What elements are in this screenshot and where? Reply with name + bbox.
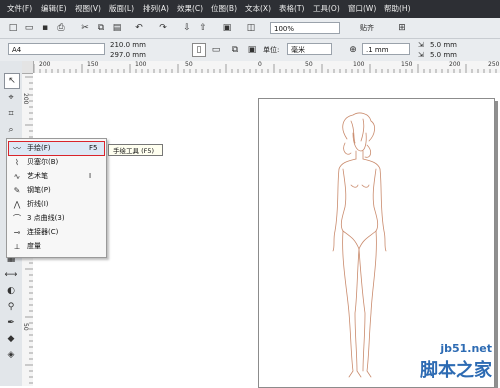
ruler-label: 100	[135, 61, 147, 68]
interactive-fill-icon[interactable]: ◈	[4, 348, 18, 362]
portrait-icon[interactable]: ▯	[192, 43, 206, 57]
pen-icon: ✎	[13, 186, 21, 195]
new-document-icon[interactable]: □	[6, 21, 20, 35]
welcome-icon[interactable]: ◫	[244, 21, 258, 35]
site-watermark: jb51.net 脚本之家	[398, 342, 494, 382]
menu-layout[interactable]: 版面(L)	[106, 2, 137, 16]
shape-tool-icon[interactable]: ⌖	[4, 91, 18, 105]
flyout-item-polyline[interactable]: ⋀ 折线(I)	[9, 198, 104, 211]
standard-toolbar: □ ▭ ▪ ⎙ ✂ ⧉ ▤ ↶ ↷ ⇩ ⇧ ▣ ◫ 100% 贴齐 ⊞	[0, 18, 500, 39]
menu-view[interactable]: 视图(V)	[72, 2, 104, 16]
cut-icon[interactable]: ✂	[78, 21, 92, 35]
page-size-select[interactable]: A4	[8, 43, 105, 55]
flyout-item-label: 3 点曲线(3)	[27, 214, 65, 222]
page-height-field[interactable]: 297.0 mm	[110, 50, 146, 60]
flyout-item-shortcut: F5	[89, 144, 98, 152]
menu-tools[interactable]: 工具(O)	[310, 2, 343, 16]
undo-icon[interactable]: ↶	[132, 21, 146, 35]
export-icon[interactable]: ⇧	[196, 21, 210, 35]
ruler-label: 50	[185, 61, 193, 68]
units-label: 单位:	[263, 46, 280, 54]
ruler-label: 200	[39, 61, 51, 68]
freehand-icon: 〰	[13, 144, 21, 153]
dimension-icon: ⟂	[14, 242, 20, 251]
eyedropper-icon[interactable]: ⚲	[4, 300, 18, 314]
flyout-item-pen[interactable]: ✎ 钢笔(P)	[9, 184, 104, 197]
nudge-icon: ⊕	[349, 45, 357, 55]
all-pages-icon[interactable]: ⧉	[228, 43, 242, 57]
landscape-icon[interactable]: ▭	[209, 43, 223, 57]
flyout-item-label: 钢笔(P)	[27, 186, 51, 194]
app-launcher-icon[interactable]: ▣	[220, 21, 234, 35]
duplicate-x-field[interactable]: 5.0 mm	[430, 40, 457, 50]
units-select[interactable]: 毫米	[287, 43, 332, 55]
outline-pen-icon[interactable]: ✒	[4, 316, 18, 330]
menu-help[interactable]: 帮助(H)	[381, 2, 414, 16]
duplicate-y-icon: ⇲	[418, 51, 424, 59]
flyout-item-label: 度量	[27, 242, 41, 250]
ruler-label: 0	[258, 61, 262, 68]
curve-tool-flyout: 〰 手绘(F) F5 ⌇ 贝塞尔(B) ∿ 艺术笔 I ✎ 钢笔(P) ⋀ 折线…	[6, 138, 107, 258]
flyout-item-label: 连接器(C)	[27, 228, 59, 236]
options-icon[interactable]: ⊞	[395, 21, 409, 35]
paste-icon[interactable]: ▤	[110, 21, 124, 35]
three-point-curve-icon: ⌒	[13, 214, 21, 223]
watermark-brand: 脚本之家	[420, 360, 492, 381]
ruler-label: 150	[87, 61, 99, 68]
artistic-media-icon: ∿	[13, 172, 21, 181]
ruler-label: 150	[401, 61, 413, 68]
ruler-label: 200	[449, 61, 461, 68]
flyout-item-bezier[interactable]: ⌇ 贝塞尔(B)	[9, 156, 104, 169]
flyout-item-label: 折线(I)	[27, 200, 49, 208]
pick-tool-icon[interactable]: ↖	[4, 73, 20, 89]
ruler-label: 100	[353, 61, 365, 68]
zoom-select[interactable]: 100%	[270, 22, 340, 34]
flyout-item-freehand[interactable]: 〰 手绘(F) F5	[8, 141, 105, 156]
duplicate-y-field[interactable]: 5.0 mm	[430, 50, 457, 60]
watermark-site: jb51.net	[440, 342, 492, 355]
ruler-label: 50	[305, 61, 313, 68]
bezier-icon: ⌇	[15, 158, 19, 167]
save-icon[interactable]: ▪	[38, 21, 52, 35]
flyout-item-shortcut: I	[89, 172, 92, 180]
ruler-label: 200	[22, 93, 29, 105]
zoom-tool-icon[interactable]: ⌕	[4, 123, 18, 137]
menu-edit[interactable]: 编辑(E)	[38, 2, 70, 16]
parallel-dimension-icon[interactable]: ⟷	[4, 268, 18, 282]
copy-icon[interactable]: ⧉	[94, 21, 108, 35]
tooltip: 手绘工具 (F5)	[108, 144, 163, 156]
flyout-item-label: 手绘(F)	[27, 144, 51, 152]
print-icon[interactable]: ⎙	[54, 21, 68, 35]
menu-bitmaps[interactable]: 位图(B)	[208, 2, 240, 16]
property-bar: A4 210.0 mm 297.0 mm ▯ ▭ ⧉ ▣ 单位: 毫米 ⊕ .1…	[0, 39, 500, 62]
flyout-item-connector[interactable]: ⊸ 连接器(C)	[9, 226, 104, 239]
nudge-distance-field[interactable]: .1 mm	[362, 43, 410, 55]
menu-file[interactable]: 文件(F)	[4, 2, 35, 16]
menu-table[interactable]: 表格(T)	[276, 2, 307, 16]
snap-dropdown[interactable]: 贴齐	[360, 23, 374, 33]
current-page-icon[interactable]: ▣	[245, 43, 259, 57]
redo-icon[interactable]: ↷	[156, 21, 170, 35]
flyout-item-dimension[interactable]: ⟂ 度量	[9, 240, 104, 253]
menu-arrange[interactable]: 排列(A)	[140, 2, 172, 16]
blend-tool-icon[interactable]: ◐	[4, 284, 18, 298]
flyout-item-artistic-media[interactable]: ∿ 艺术笔 I	[9, 170, 104, 183]
page-width-field[interactable]: 210.0 mm	[110, 40, 146, 50]
menu-bar: 文件(F) 编辑(E) 视图(V) 版面(L) 排列(A) 效果(C) 位图(B) 文本(X)…	[0, 0, 500, 18]
polyline-icon: ⋀	[13, 200, 21, 209]
open-icon[interactable]: ▭	[22, 21, 36, 35]
ruler-label: 50	[22, 323, 29, 331]
flyout-item-3-point-curve[interactable]: ⌒ 3 点曲线(3)	[9, 212, 104, 225]
flyout-item-label: 艺术笔	[27, 172, 48, 180]
menu-window[interactable]: 窗口(W)	[345, 2, 379, 16]
ruler-label: 250	[488, 61, 500, 68]
fill-tool-icon[interactable]: ◆	[4, 332, 18, 346]
import-icon[interactable]: ⇩	[180, 21, 194, 35]
duplicate-x-icon: ⇲	[418, 41, 424, 49]
flyout-item-label: 贝塞尔(B)	[27, 158, 59, 166]
menu-text[interactable]: 文本(X)	[242, 2, 274, 16]
crop-tool-icon[interactable]: ⌗	[4, 107, 18, 121]
menu-effects[interactable]: 效果(C)	[174, 2, 206, 16]
connector-icon: ⊸	[13, 228, 21, 237]
